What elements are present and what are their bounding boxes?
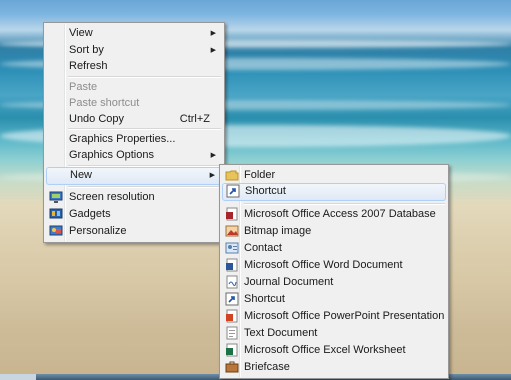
menu-item-label: Paste [69,81,98,93]
menu-item-label: Bitmap image [244,225,312,237]
menu-separator [68,186,221,188]
menu-item-label: Gadgets [69,208,111,220]
menu-item-refresh[interactable]: Refresh [46,58,222,75]
new-item-folder[interactable]: Folder [222,167,446,184]
new-item-bitmap-image[interactable]: Bitmap image [222,223,446,240]
menu-item-undo-copy[interactable]: Undo Copy Ctrl+Z [46,111,222,128]
access-database-icon [225,207,239,221]
menu-item-shortcut: Ctrl+Z [179,113,210,125]
excel-worksheet-icon [225,343,239,357]
menu-item-label: Undo Copy [69,113,125,125]
new-item-shortcut-2[interactable]: Shortcut [222,291,446,308]
new-item-journal-document[interactable]: Journal Document [222,274,446,291]
menu-item-view[interactable]: View ▶ [46,25,222,42]
menu-item-label: Microsoft Office Word Document [244,259,403,271]
menu-item-label: Microsoft Office Excel Worksheet [244,344,406,356]
menu-item-label: Microsoft Office Access 2007 Database [244,208,436,220]
shortcut-icon [225,292,239,306]
menu-item-label: Folder [244,169,276,181]
menu-item-label: Screen resolution [69,191,155,203]
submenu-arrow-icon: ▶ [210,47,216,54]
menu-separator [244,203,445,205]
bitmap-image-icon [225,224,239,238]
menu-item-gadgets[interactable]: Gadgets [46,206,222,223]
menu-item-new[interactable]: New ▶ [46,167,222,185]
menu-item-graphics-properties[interactable]: Graphics Properties... [46,131,222,148]
submenu-arrow-icon: ▶ [209,172,215,179]
menu-item-label: Sort by [69,44,104,56]
menu-item-screen-resolution[interactable]: Screen resolution [46,189,222,206]
new-submenu: Folder Shortcut Microsoft Office Access … [219,164,449,379]
new-item-text-document[interactable]: Text Document [222,325,446,342]
briefcase-icon [225,360,239,374]
folder-icon [225,168,239,182]
menu-item-label: Paste shortcut [69,97,140,109]
gadgets-icon [49,207,63,221]
submenu-arrow-icon: ▶ [210,30,216,37]
menu-item-graphics-options[interactable]: Graphics Options ▶ [46,147,222,164]
new-item-contact[interactable]: Contact [222,240,446,257]
menu-item-label: Contact [244,242,282,254]
menu-separator [68,128,221,130]
menu-item-label: Text Document [244,327,318,339]
new-item-excel-worksheet[interactable]: Microsoft Office Excel Worksheet [222,342,446,359]
menu-item-paste-shortcut: Paste shortcut [46,95,222,112]
menu-item-label: Refresh [69,60,108,72]
menu-item-sort-by[interactable]: Sort by ▶ [46,42,222,59]
menu-item-label: Graphics Properties... [69,133,176,145]
menu-item-label: New [70,169,93,181]
menu-item-paste: Paste [46,79,222,96]
screen-resolution-icon [49,190,63,204]
text-document-icon [225,326,239,340]
journal-document-icon [225,275,239,289]
new-item-access-database[interactable]: Microsoft Office Access 2007 Database [222,206,446,223]
menu-item-label: Graphics Options [69,149,154,161]
new-item-shortcut[interactable]: Shortcut [222,183,446,201]
new-item-briefcase[interactable]: Briefcase [222,359,446,376]
start-button[interactable] [0,374,36,380]
new-item-word-document[interactable]: Microsoft Office Word Document [222,257,446,274]
menu-item-label: Microsoft Office PowerPoint Presentation [244,310,445,322]
word-document-icon [225,258,239,272]
contact-icon [225,241,239,255]
menu-item-label: View [69,27,93,39]
personalize-icon [49,224,63,238]
new-item-powerpoint-presentation[interactable]: Microsoft Office PowerPoint Presentation [222,308,446,325]
submenu-arrow-icon: ▶ [210,152,216,159]
menu-separator [68,76,221,78]
powerpoint-presentation-icon [225,309,239,323]
menu-item-label: Personalize [69,225,127,237]
menu-item-label: Shortcut [245,185,286,197]
menu-item-label: Briefcase [244,361,290,373]
menu-item-label: Shortcut [244,293,285,305]
shortcut-icon [226,184,240,198]
menu-item-personalize[interactable]: Personalize [46,223,222,240]
menu-item-label: Journal Document [244,276,334,288]
desktop-context-menu: View ▶ Sort by ▶ Refresh Paste Paste sho… [43,22,225,243]
